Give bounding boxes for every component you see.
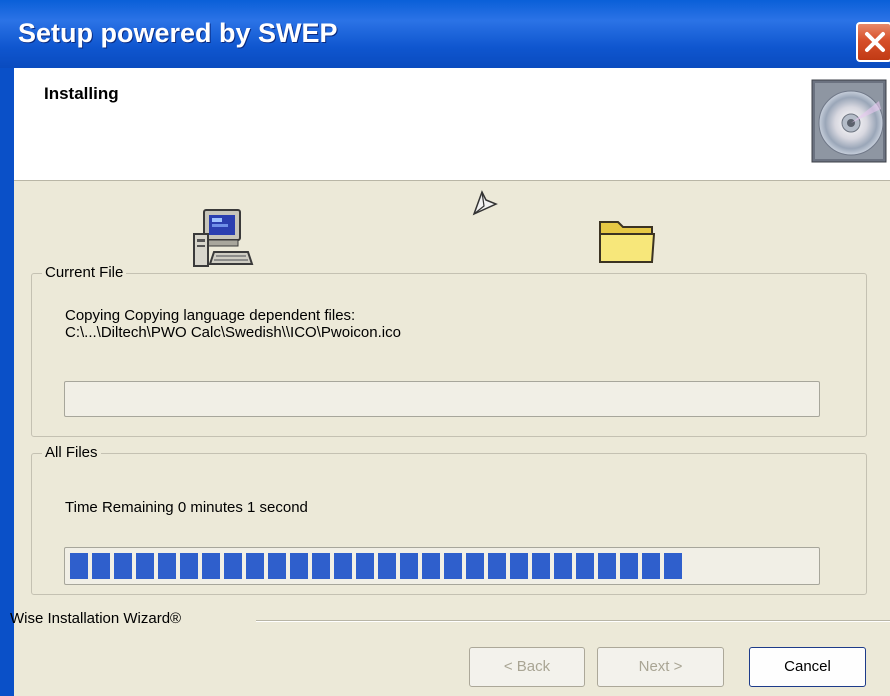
progress-block — [224, 553, 242, 579]
progress-block — [70, 553, 88, 579]
all-files-progress-bar — [64, 547, 820, 585]
title-bar[interactable]: Setup powered by SWEP — [0, 0, 890, 68]
close-button[interactable] — [856, 22, 890, 62]
all-files-progress-fill — [70, 553, 682, 579]
current-file-label: Current File — [42, 264, 127, 281]
progress-block — [488, 553, 506, 579]
installer-window: Setup powered by SWEP Installing Current… — [0, 0, 890, 696]
folder-icon — [599, 221, 656, 263]
progress-block — [92, 553, 110, 579]
progress-block — [422, 553, 440, 579]
current-file-path: C:\...\Diltech\PWO Calc\Swedish\\ICO\Pwo… — [65, 324, 401, 341]
progress-block — [290, 553, 308, 579]
cancel-button[interactable]: Cancel — [749, 647, 866, 687]
progress-block — [136, 553, 154, 579]
progress-block — [334, 553, 352, 579]
progress-block — [378, 553, 396, 579]
progress-block — [576, 553, 594, 579]
page-title: Installing — [44, 84, 119, 103]
progress-block — [158, 553, 176, 579]
progress-block — [246, 553, 264, 579]
progress-block — [400, 553, 418, 579]
next-button[interactable]: Next > — [597, 647, 724, 687]
back-button[interactable]: < Back — [469, 647, 585, 687]
progress-block — [312, 553, 330, 579]
progress-block — [598, 553, 616, 579]
progress-block — [202, 553, 220, 579]
progress-block — [510, 553, 528, 579]
close-icon — [865, 32, 885, 52]
header-panel: Installing — [14, 68, 890, 181]
progress-block — [268, 553, 286, 579]
window-left-border — [0, 68, 14, 696]
progress-block — [664, 553, 682, 579]
progress-block — [356, 553, 374, 579]
progress-block — [466, 553, 484, 579]
progress-block — [642, 553, 660, 579]
progress-block — [620, 553, 638, 579]
wizard-brand-label: Wise Installation Wizard® — [10, 610, 182, 627]
progress-block — [114, 553, 132, 579]
footer-divider — [256, 620, 890, 622]
progress-block — [180, 553, 198, 579]
computer-icon — [193, 209, 254, 267]
flying-paper-icon — [472, 190, 498, 216]
progress-block — [444, 553, 462, 579]
copying-status-text: Copying Copying language dependent files… — [65, 307, 356, 324]
window-title: Setup powered by SWEP — [18, 18, 338, 48]
time-remaining-text: Time Remaining 0 minutes 1 second — [65, 499, 308, 516]
all-files-label: All Files — [42, 444, 101, 461]
cd-disc-icon — [811, 79, 887, 163]
current-file-progress-bar — [64, 381, 820, 417]
progress-block — [554, 553, 572, 579]
progress-block — [532, 553, 550, 579]
